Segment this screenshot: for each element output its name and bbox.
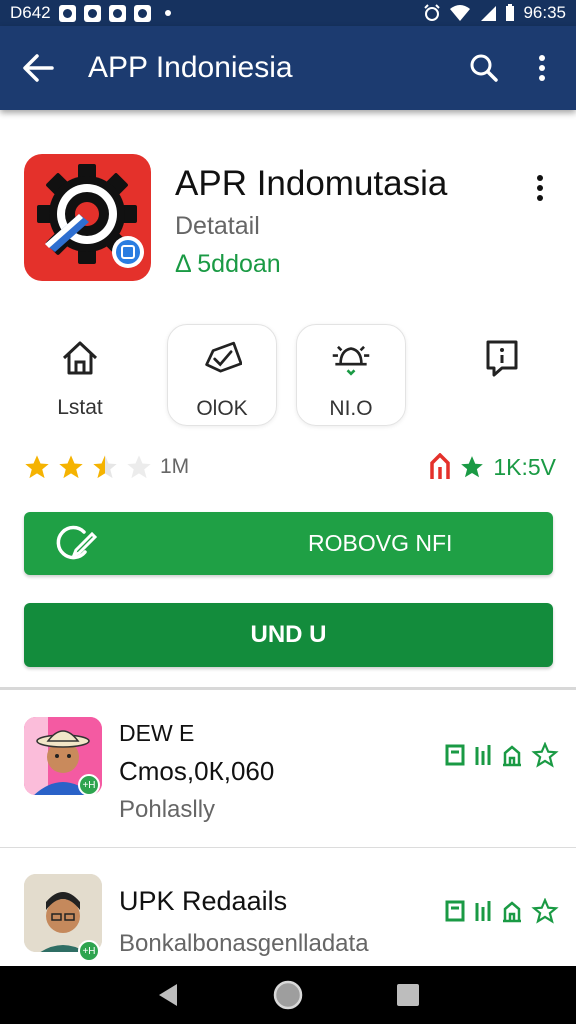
notification-icon [58,4,76,22]
list-item-actions [445,742,559,768]
star-green-icon [461,456,484,478]
book-icon[interactable] [445,743,465,767]
chart-icon[interactable] [473,899,493,923]
star-empty-icon [127,455,151,479]
more-vert-icon [539,55,545,81]
home-icon [60,338,100,378]
wifi-icon [450,5,471,21]
star-rating [22,453,154,481]
star-outline-icon[interactable] [531,742,559,768]
action-ok[interactable]: OlOK [167,324,277,426]
download-stats: 1K:5V [429,453,556,481]
app-bar: APP Indoniesia [0,26,576,110]
nav-recents-icon[interactable] [396,983,420,1007]
star-half-icon [93,455,117,479]
bookmark-icon [482,338,522,378]
star-filled-icon [59,455,83,479]
action-review[interactable] [447,324,557,426]
action-stat-label: Lstat [57,396,103,419]
app-icon [24,154,151,281]
list-item-title: UPK Redaails [119,886,288,916]
related-apps-list: +H DEW E Cmos,0К,060 Pohlaslly +H UPK Re… [0,694,576,1002]
signal-icon [481,6,497,21]
list-item-meta: Bonkalbonasgenlladata [119,930,369,957]
nav-home-icon[interactable] [272,979,304,1011]
primary-action-button[interactable]: ROBOVG NFI [24,512,553,575]
search-icon [470,54,498,82]
status-time: 96:35 [523,3,566,22]
app-more-button[interactable] [528,170,552,206]
action-notify[interactable]: NI.O [296,324,406,426]
primary-action-label: ROBOVG NFI [308,530,453,556]
notification-dot-icon [164,10,171,16]
star-outline-icon[interactable] [531,898,559,924]
action-notify-label: NI.O [329,397,373,420]
system-nav-bar [0,966,576,1024]
building-icon[interactable] [501,899,523,923]
search-button[interactable] [464,48,504,88]
overflow-menu-button[interactable] [522,48,562,88]
app-developer-link[interactable]: Δ 5ddoan [175,250,281,279]
verified-badge: +H [78,940,100,962]
install-button[interactable]: UND U [24,603,553,667]
status-time-left: D642 [10,3,51,22]
nav-back-icon[interactable] [156,982,180,1008]
chart-icon[interactable] [473,743,493,767]
download-count: 1K:5V [493,453,556,480]
alarm-icon [424,4,441,21]
building-icon[interactable] [501,743,523,767]
rating-row: 1М 1K:5V [22,450,556,484]
install-button-label: UND U [250,621,327,648]
list-item-title: DEW E [119,720,195,746]
tag-check-icon [202,339,242,379]
list-item-actions [445,898,559,924]
gear-rocket-icon [37,164,144,268]
bell-icon [331,339,371,379]
arrow-left-icon [23,54,54,82]
book-icon[interactable] [445,899,465,923]
app-bar-title: APP Indoniesia [88,51,293,84]
rating-count: 1М [160,455,190,478]
verified-badge: +H [78,774,100,796]
back-button[interactable] [18,48,58,88]
star-filled-icon [25,455,49,479]
list-item-meta: Pohlaslly [119,796,216,823]
status-bar: D642 96:35 [0,0,576,26]
app-details-card: APR Indomutasia Detatail Δ 5ddoan Lstat … [0,120,576,690]
more-vert-icon [537,175,543,201]
list-item-subtitle: Cmos,0К,060 [119,756,275,786]
app-name: APR Indomutasia [175,164,448,203]
notification-icon [108,4,126,22]
app-subtitle: Detatail [175,212,260,240]
battery-icon [506,4,515,21]
action-ok-label: OlOK [196,397,248,420]
notification-icon [83,4,101,22]
list-item[interactable]: +H DEW E Cmos,0К,060 Pohlaslly [0,694,576,848]
action-stat[interactable]: Lstat [25,324,135,426]
notification-icon [133,4,151,22]
edit-check-icon [54,522,98,566]
fire-icon [430,453,451,479]
